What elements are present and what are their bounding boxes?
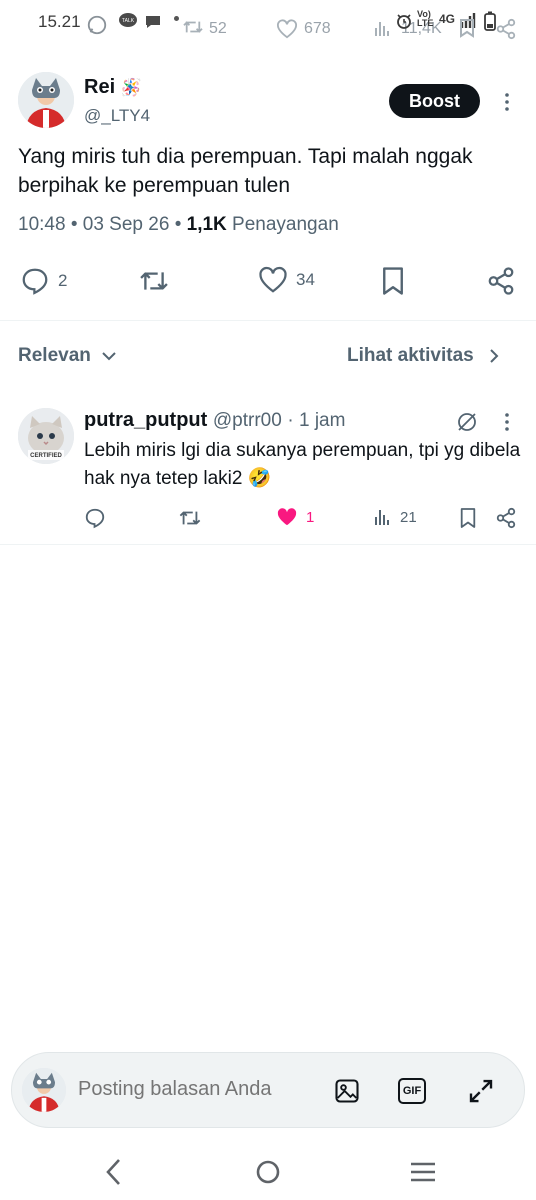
reply-action-bar: 1 21 [0, 505, 536, 533]
bg-share-icon [495, 18, 517, 40]
status-bar: 15.21 TALK 52 678 11,4K Vo) LTE 4G [0, 0, 536, 52]
grok-icon[interactable] [455, 410, 479, 434]
author-name-text[interactable]: Rei [84, 76, 115, 98]
reply-like-button[interactable]: 1 [276, 507, 314, 527]
expand-icon[interactable] [466, 1076, 496, 1106]
reply-count: 2 [58, 271, 68, 290]
sort-label: Relevan [18, 345, 91, 366]
author-handle[interactable]: @_LTY4 [84, 106, 150, 126]
bg-views-icon [374, 18, 392, 38]
reply-button[interactable]: 2 [20, 266, 67, 296]
like-filled-icon [276, 507, 298, 527]
reply-author-name[interactable]: putra_putput [84, 409, 207, 431]
tweet-date: 03 Sep 26 [82, 214, 170, 235]
composer-avatar [22, 1068, 66, 1112]
image-icon[interactable] [333, 1077, 361, 1105]
home-nav-icon[interactable] [248, 1152, 288, 1192]
notification-dot-icon [174, 16, 179, 21]
view-activity-link[interactable]: Lihat aktivitas [347, 345, 500, 367]
whatsapp-icon [86, 14, 108, 36]
chevron-right-icon [488, 348, 500, 364]
gif-button[interactable]: GIF [398, 1078, 426, 1104]
tweet-action-bar: 2 34 [0, 262, 536, 302]
divider [0, 544, 536, 545]
reply-icon [20, 266, 50, 296]
recents-nav-icon[interactable] [403, 1152, 443, 1192]
bg-like-icon [276, 19, 298, 39]
reply-time: 1 jam [298, 410, 346, 431]
bg-retweet-count: 52 [209, 20, 227, 37]
reply-share-button[interactable] [495, 507, 517, 529]
bg-bookmark-icon [458, 18, 476, 38]
reply-avatar[interactable]: CERTIFIED [18, 408, 74, 464]
message-icon [144, 13, 162, 31]
like-count: 34 [296, 270, 315, 289]
retweet-icon [138, 266, 170, 296]
reply-header: putra_putput @ptrr00 · 1 jam [84, 409, 346, 431]
reply-input[interactable] [78, 1078, 298, 1101]
reply-text: Lebih miris lgi dia sukanya perempuan, t… [84, 440, 521, 489]
bookmark-icon [459, 507, 477, 529]
reply-bookmark-button[interactable] [459, 507, 477, 529]
bg-like-count: 678 [304, 20, 331, 37]
reply-like-count: 1 [306, 508, 315, 526]
like-icon [258, 266, 288, 294]
author-name[interactable]: Rei 🪅 [84, 76, 142, 99]
like-button[interactable]: 34 [258, 266, 315, 294]
reply-views-button[interactable]: 21 [374, 507, 417, 527]
author-badge-emoji: 🪅 [120, 78, 142, 97]
divider [0, 320, 536, 321]
svg-text:CERTIFIED: CERTIFIED [30, 453, 62, 459]
bookmark-icon [380, 266, 406, 296]
retweet-button[interactable] [138, 266, 170, 296]
boost-button[interactable]: Boost [389, 84, 480, 118]
svg-text:TALK: TALK [122, 18, 135, 24]
sort-dropdown[interactable]: Relevan [18, 345, 117, 367]
share-icon [486, 266, 516, 296]
share-icon [495, 507, 517, 529]
more-options-icon[interactable] [502, 92, 512, 112]
retweet-icon [178, 507, 202, 529]
talk-icon: TALK [118, 12, 138, 30]
back-nav-icon[interactable] [94, 1152, 134, 1192]
alarm-icon [395, 12, 413, 30]
chevron-down-icon [101, 350, 117, 362]
network-type: 4G [439, 12, 456, 26]
tweet-views-label[interactable]: Penayangan [232, 214, 339, 235]
reply-views-count: 21 [400, 508, 417, 526]
volte-icon: Vo) LTE [417, 9, 434, 28]
share-button[interactable] [486, 266, 516, 296]
author-avatar[interactable] [18, 72, 74, 128]
tweet-time: 10:48 [18, 214, 66, 235]
reply-retweet-button[interactable] [178, 507, 202, 529]
bookmark-button[interactable] [380, 266, 406, 296]
reply-icon [84, 507, 106, 529]
reply-author-handle[interactable]: @ptrr00 [213, 410, 282, 431]
reply-reply-button[interactable] [84, 507, 106, 529]
status-time: 15.21 [38, 12, 81, 31]
tweet-meta: 10:48 • 03 Sep 26 • 1,1K Penayangan [18, 214, 339, 235]
reply-more-options-icon[interactable] [502, 412, 512, 432]
bg-retweet-icon [182, 18, 204, 36]
view-activity-label: Lihat aktivitas [347, 345, 474, 366]
views-icon [374, 507, 392, 527]
tweet-views-count[interactable]: 1,1K [187, 214, 227, 235]
tweet-text: Yang miris tuh dia perempuan. Tapi malah… [18, 145, 473, 197]
